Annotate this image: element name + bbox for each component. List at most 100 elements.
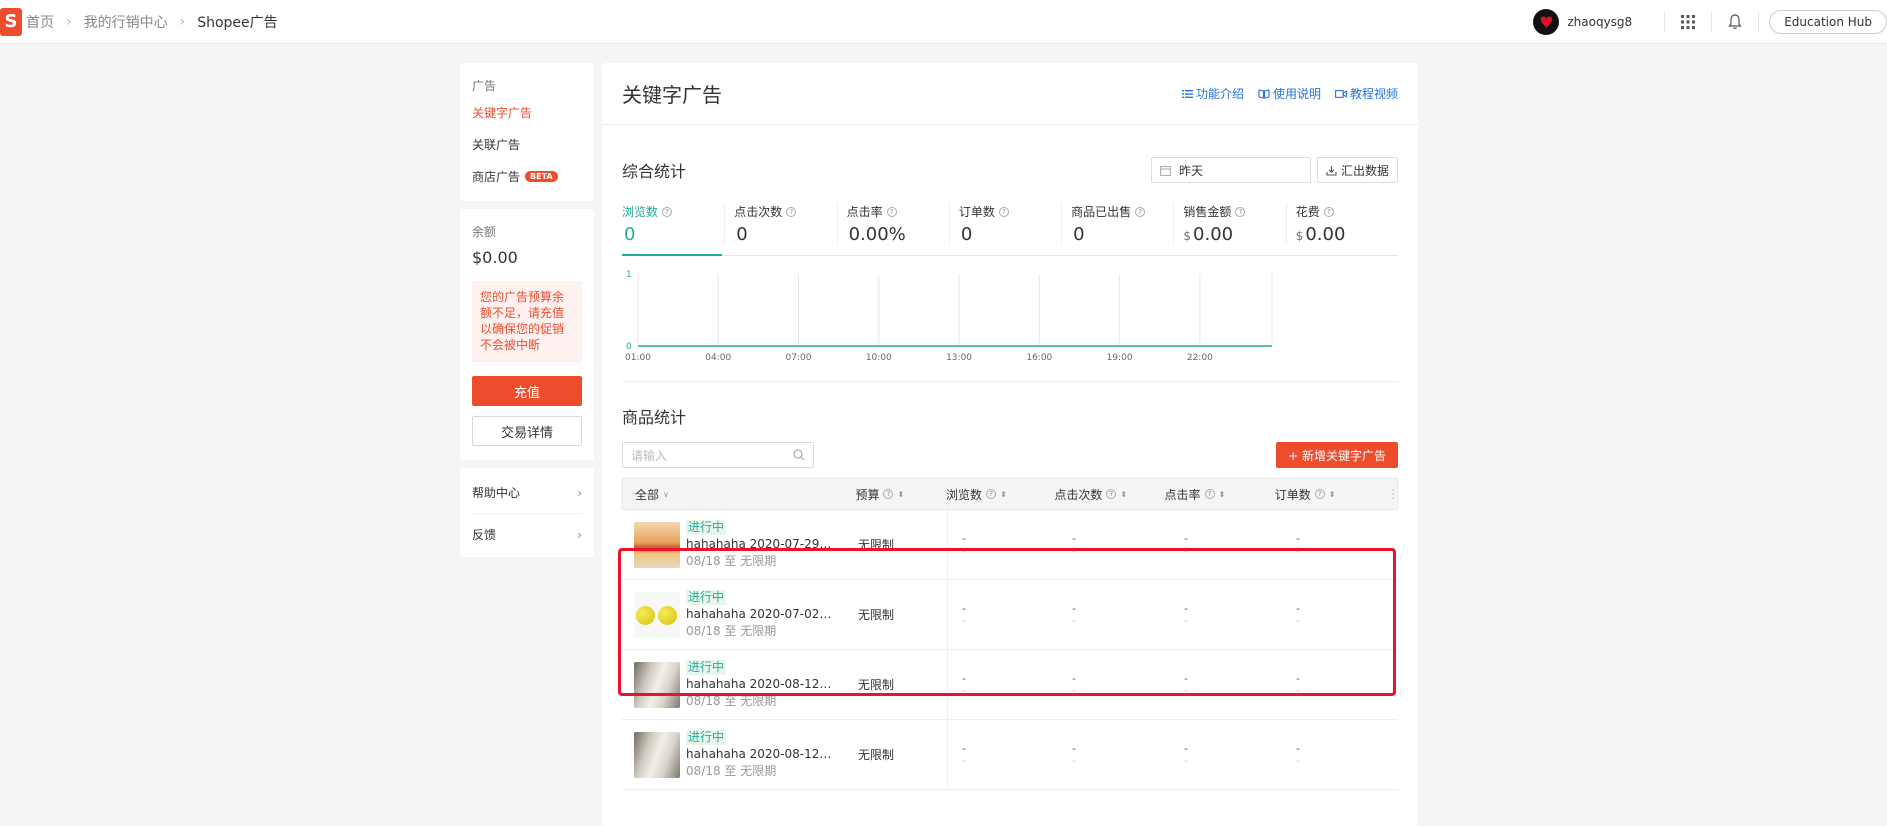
- recharge-button[interactable]: 充值: [472, 376, 582, 406]
- x-tick-label: 04:00: [705, 353, 731, 363]
- metric-cell-sub: -: [1072, 613, 1076, 627]
- lemon-image[interactable]: [634, 591, 680, 638]
- breadcrumb-home[interactable]: 首页: [26, 12, 54, 32]
- feedback-link[interactable]: 反馈 ›: [472, 513, 582, 547]
- metric-3[interactable]: 订单数? 0: [948, 203, 1061, 255]
- metric-cell-value: -: [962, 531, 966, 545]
- avatar[interactable]: ♥: [1533, 9, 1560, 35]
- top-bar: S 首页 › 我的行销中心 › Shopee广告 ♥ zhaoqysg8 Edu…: [0, 0, 1887, 44]
- metric-label-text: 点击率: [846, 205, 883, 219]
- help-icon[interactable]: ?: [786, 206, 797, 217]
- table-row[interactable]: 进行中 hahahaha 2020-08-12 15... 08/18 至 无限期 无…: [622, 719, 1398, 790]
- column-clicks[interactable]: 点击次数 ? ⬍: [1054, 486, 1164, 503]
- sort-icon[interactable]: ⬍: [1329, 490, 1336, 499]
- product-cell[interactable]: 进行中 hahahaha 2020-07-29 12... 08/18 至 无限期: [622, 520, 858, 569]
- column-orders[interactable]: 订单数 ? ⬍: [1275, 486, 1387, 503]
- balance-label: 余额: [472, 225, 497, 239]
- usage-guide-link[interactable]: 使用说明: [1258, 85, 1321, 102]
- metric-6[interactable]: 花费? $0.00: [1285, 203, 1398, 255]
- metric-label: 订单数?: [959, 203, 1061, 220]
- help-icon[interactable]: ?: [883, 489, 894, 499]
- overview-title: 综合统计: [622, 162, 687, 181]
- metric-cell-sub: -: [1072, 683, 1076, 697]
- product-cell[interactable]: 进行中 hahahaha 2020-08-12 15... 08/18 至 无限期: [622, 730, 858, 779]
- date-picker[interactable]: 昨天: [1150, 157, 1311, 183]
- username[interactable]: zhaoqysg8: [1567, 15, 1632, 29]
- sort-icon[interactable]: ⬍: [1120, 490, 1127, 499]
- book-image[interactable]: [634, 661, 680, 708]
- metric-cell: --: [1172, 742, 1284, 767]
- product-name[interactable]: hahahaha 2020-07-29 12...: [686, 537, 832, 551]
- apps-grid-icon[interactable]: [1675, 9, 1701, 35]
- metric-cell: --: [1060, 532, 1172, 557]
- export-data-button[interactable]: 汇出数据: [1316, 157, 1398, 183]
- feature-intro-link[interactable]: 功能介绍: [1181, 85, 1244, 102]
- metric-value: 0.00%: [847, 224, 949, 245]
- metric-cell: --: [1060, 672, 1172, 697]
- metric-2[interactable]: 点击率? 0.00%: [836, 203, 949, 255]
- food-image[interactable]: [634, 521, 680, 568]
- bell-icon[interactable]: [1722, 9, 1748, 35]
- x-tick-label: 13:00: [946, 353, 972, 363]
- metric-cell-sub: -: [1072, 543, 1076, 557]
- sort-icon[interactable]: ⬍: [1219, 490, 1226, 499]
- sort-icon[interactable]: ⬍: [897, 490, 904, 499]
- metric-cell-value: -: [1072, 741, 1076, 755]
- product-stats-title: 商品统计: [622, 408, 687, 427]
- metric-1[interactable]: 点击次数? 0: [724, 203, 836, 255]
- sidebar-item-related-ads[interactable]: 关联广告: [472, 136, 582, 153]
- help-icon[interactable]: ?: [986, 489, 997, 499]
- sort-icon[interactable]: ⬍: [1000, 490, 1007, 499]
- shopee-logo-icon[interactable]: S: [0, 7, 22, 36]
- education-hub-button[interactable]: Education Hub: [1769, 10, 1887, 34]
- metric-cell-value: -: [962, 671, 966, 685]
- metric-0[interactable]: 浏览数? 0: [622, 203, 724, 256]
- line-chart-svg: 0 1 01:00 04:00 07:00 10:00 13:00 16:00 19:00 22:…: [625, 270, 1273, 363]
- product-name[interactable]: hahahaha 2020-07-02 03...: [686, 607, 832, 621]
- product-cell[interactable]: 进行中 hahahaha 2020-08-12 15... 08/18 至 无限期: [622, 660, 858, 709]
- metric-cell-sub: -: [962, 613, 966, 627]
- column-views[interactable]: 浏览数 ? ⬍: [944, 486, 1054, 503]
- product-name[interactable]: hahahaha 2020-08-12 15...: [686, 747, 832, 761]
- breadcrumb-marketing[interactable]: 我的行销中心: [84, 12, 168, 32]
- ad-period: 08/18 至 无限期: [686, 694, 777, 708]
- table-row[interactable]: 进行中 hahahaha 2020-08-12 15... 08/18 至 无限期 无…: [622, 649, 1398, 720]
- help-icon[interactable]: ?: [1235, 206, 1246, 217]
- table-row[interactable]: 进行中 hahahaha 2020-07-02 03... 08/18 至 无限期 无…: [622, 579, 1398, 650]
- column-all[interactable]: 全部 ∨: [623, 486, 855, 503]
- metric-cell-sub: -: [1184, 613, 1188, 627]
- book-image[interactable]: [634, 731, 680, 778]
- metric-5[interactable]: 销售金额? $0.00: [1173, 203, 1285, 255]
- column-budget[interactable]: 预算 ? ⬍: [855, 486, 944, 503]
- search-input[interactable]: 请输入: [622, 442, 814, 468]
- help-icon[interactable]: ?: [886, 206, 897, 217]
- sidebar-item-keyword-ads[interactable]: 关键字广告: [472, 104, 582, 121]
- help-icon[interactable]: ?: [1135, 206, 1146, 217]
- help-icon[interactable]: ?: [998, 206, 1009, 217]
- column-ctr[interactable]: 点击率 ? ⬍: [1165, 486, 1275, 503]
- transaction-details-button[interactable]: 交易详情: [472, 416, 582, 446]
- help-icon[interactable]: ?: [662, 206, 673, 217]
- help-center-link[interactable]: 帮助中心 ›: [472, 478, 582, 513]
- metric-cell-sub: -: [1296, 753, 1300, 767]
- add-keyword-ad-button[interactable]: + 新增关键字广告: [1276, 442, 1398, 468]
- help-icon[interactable]: ?: [1106, 489, 1117, 499]
- help-icon[interactable]: ?: [1314, 489, 1325, 499]
- product-cell[interactable]: 进行中 hahahaha 2020-07-02 03... 08/18 至 无限期: [622, 590, 858, 639]
- metric-cell-value: -: [1184, 531, 1188, 545]
- sidebar-item-shop-ads[interactable]: 商店广告 BETA: [472, 168, 582, 185]
- help-links: 功能介绍 使用说明 教程视频: [1181, 85, 1398, 102]
- column-orders-label: 订单数: [1274, 487, 1311, 502]
- table-row[interactable]: 进行中 hahahaha 2020-07-29 12... 08/18 至 无限期 无…: [622, 509, 1398, 580]
- metric-cell-value: -: [1184, 601, 1188, 615]
- help-icon[interactable]: ?: [1204, 489, 1215, 499]
- table-body: 进行中hahahaha 2020-07-29 12...08/18 至 无限期无…: [622, 509, 1398, 790]
- currency-symbol: $: [1295, 229, 1304, 243]
- status-badge: 进行中: [686, 730, 727, 745]
- divider: [1664, 12, 1666, 32]
- metric-4[interactable]: 商品已出售? 0: [1061, 203, 1173, 255]
- tutorial-video-link[interactable]: 教程视频: [1335, 85, 1398, 102]
- help-icon[interactable]: ?: [1323, 206, 1334, 217]
- product-name[interactable]: hahahaha 2020-08-12 15...: [686, 677, 832, 691]
- metric-cell: --: [948, 671, 1060, 697]
